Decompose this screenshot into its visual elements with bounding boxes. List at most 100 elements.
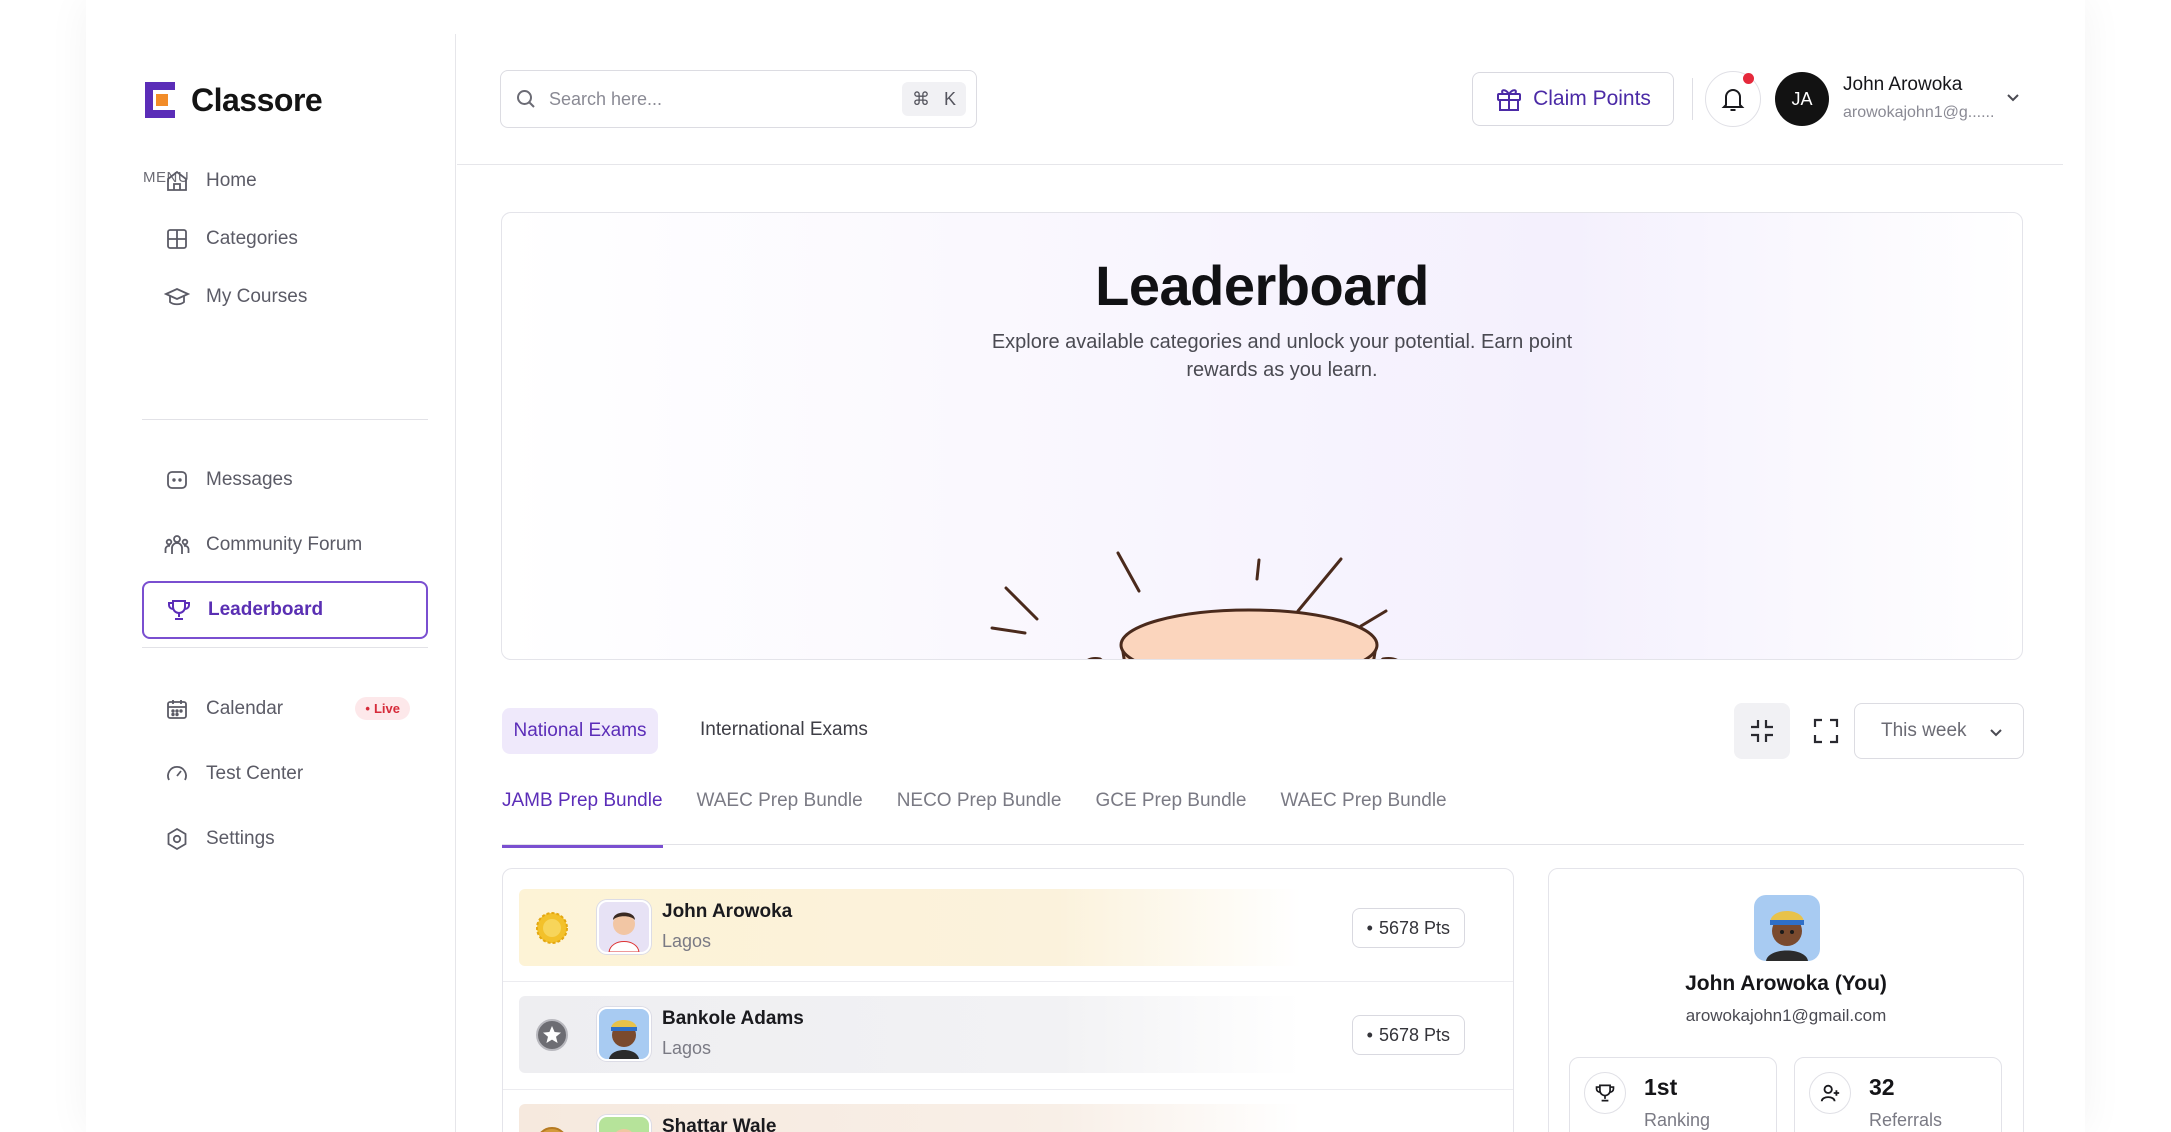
- sidebar-item-home[interactable]: Home: [142, 152, 428, 210]
- sidebar-divider: [142, 647, 428, 648]
- sidebar: Classore MENU Home Categories My Courses: [86, 34, 456, 1132]
- search-shortcut: ⌘ K: [901, 82, 966, 116]
- sidebar-item-label: Leaderboard: [208, 599, 324, 620]
- sidebar-item-label: Settings: [206, 828, 275, 849]
- search-icon: [517, 90, 535, 108]
- player-name: Bankole Adams: [662, 1008, 804, 1029]
- shortcut-key: K: [943, 88, 956, 109]
- points-badge: 5678 Pts: [1351, 908, 1465, 948]
- grid-icon: [164, 226, 190, 252]
- list-item[interactable]: Bankole Adams Lagos 5678 Pts: [519, 996, 1497, 1073]
- referrals-value: 32: [1869, 1074, 1895, 1100]
- sidebar-item-categories[interactable]: Categories: [142, 210, 428, 268]
- sidebar-item-label: Test Center: [206, 763, 304, 784]
- header-separator: [1692, 78, 1693, 120]
- graduation-cap-icon: [164, 284, 190, 310]
- user-name: John Arowoka: [1843, 74, 1963, 95]
- sidebar-item-label: Messages: [206, 469, 293, 490]
- tab-gce-prep-bundle[interactable]: GCE Prep Bundle: [1095, 790, 1246, 848]
- live-badge: Live: [355, 697, 410, 720]
- message-icon: [164, 467, 190, 493]
- player-city: Lagos: [662, 931, 712, 951]
- tab-national-exams[interactable]: National Exams: [502, 708, 658, 754]
- avatar: [1754, 895, 1820, 961]
- chevron-down-icon: [1990, 729, 2002, 737]
- player-name: John Arowoka: [662, 901, 793, 922]
- points-badge: 5678 Pts: [1351, 1015, 1465, 1055]
- community-icon: [164, 532, 190, 558]
- avatar: [597, 900, 651, 954]
- gold-medal-icon: [536, 912, 568, 944]
- sidebar-item-my-courses[interactable]: My Courses: [142, 268, 428, 326]
- sidebar-item-label: My Courses: [206, 286, 308, 307]
- fullscreen-button[interactable]: [1798, 703, 1854, 759]
- player-name: Shattar Wale: [662, 1116, 777, 1132]
- silver-medal-icon: [536, 1019, 568, 1051]
- bundle-tabs: JAMB Prep Bundle WAEC Prep Bundle NECO P…: [502, 790, 1481, 848]
- claim-points-button[interactable]: Claim Points: [1472, 72, 1674, 126]
- avatar: [597, 1115, 651, 1132]
- leaderboard-hero: Leaderboard Explore available categories…: [501, 212, 2023, 660]
- sidebar-item-community-forum[interactable]: Community Forum: [142, 516, 428, 574]
- trophy-icon: [1584, 1072, 1626, 1114]
- bell-icon: [1721, 89, 1745, 111]
- ranking-stat: 1st Ranking: [1569, 1057, 1777, 1132]
- period-value: This week: [1881, 720, 1967, 741]
- avatar[interactable]: JA: [1775, 72, 1829, 126]
- expand-icon: [1813, 718, 1839, 744]
- ranking-label: Ranking: [1644, 1110, 1711, 1130]
- points-value: 5678 Pts: [1378, 1024, 1450, 1045]
- collapse-icon: [1751, 720, 1773, 742]
- collapse-button[interactable]: [1734, 703, 1790, 759]
- settings-icon: [164, 826, 190, 852]
- profile-name: John Arowoka (You): [1685, 972, 1887, 995]
- nav-group-social: Messages Community Forum Leaderboard: [142, 451, 428, 639]
- sidebar-item-messages[interactable]: Messages: [142, 451, 428, 509]
- sidebar-divider: [142, 419, 428, 420]
- list-item[interactable]: Shattar Wale: [519, 1104, 1497, 1132]
- my-rank-card: John Arowoka (You) arowokajohn1@gmail.co…: [1548, 868, 2024, 1132]
- sidebar-item-leaderboard[interactable]: Leaderboard: [142, 581, 428, 639]
- user-plus-icon: [1809, 1072, 1851, 1114]
- page-title: Leaderboard: [1095, 254, 1429, 317]
- leaderboard-list: John Arowoka Lagos 5678 Pts Bankole Adam…: [502, 868, 1514, 1132]
- player-city: Lagos: [662, 1038, 712, 1058]
- sidebar-item-calendar[interactable]: Calendar Live: [142, 680, 428, 738]
- profile-email: arowokajohn1@gmail.com: [1685, 1006, 1887, 1025]
- sidebar-item-settings[interactable]: Settings: [142, 810, 428, 868]
- sidebar-item-label: Categories: [206, 228, 298, 249]
- nav-group-main: Home Categories My Courses: [142, 152, 428, 326]
- avatar: [597, 1007, 651, 1061]
- notification-dot: [1743, 73, 1754, 84]
- chevron-down-icon[interactable]: [2003, 88, 2023, 108]
- sidebar-item-label: Home: [206, 170, 257, 191]
- sidebar-item-test-center[interactable]: Test Center: [142, 745, 428, 803]
- period-select[interactable]: This week: [1854, 703, 2024, 759]
- sidebar-item-label: Community Forum: [206, 534, 363, 555]
- nav-group-tools: Calendar Live Test Center Settings: [142, 680, 428, 868]
- search-input[interactable]: Search here... ⌘ K: [500, 70, 977, 128]
- search-placeholder: Search here...: [549, 88, 663, 109]
- trophy-illustration: [990, 551, 1398, 659]
- referrals-label: Referrals: [1869, 1110, 1943, 1130]
- referrals-stat: 32 Referrals: [1794, 1057, 2002, 1132]
- tab-waec-prep-bundle-2[interactable]: WAEC Prep Bundle: [1280, 790, 1446, 848]
- tab-jamb-prep-bundle[interactable]: JAMB Prep Bundle: [502, 790, 663, 848]
- brand-name: Classore: [191, 81, 323, 118]
- notifications-button[interactable]: [1705, 71, 1761, 127]
- brand-logo[interactable]: Classore: [143, 80, 323, 120]
- page-subtitle: Explore available categories and unlock …: [991, 331, 1573, 381]
- row-divider: [503, 981, 1513, 982]
- tab-international-exams[interactable]: International Exams: [700, 719, 868, 741]
- list-item[interactable]: John Arowoka Lagos 5678 Pts: [519, 889, 1497, 966]
- gauge-icon: [164, 761, 190, 787]
- command-key: ⌘: [911, 88, 930, 109]
- tab-neco-prep-bundle[interactable]: NECO Prep Bundle: [897, 790, 1062, 848]
- sidebar-item-label: Calendar: [206, 698, 284, 719]
- tab-waec-prep-bundle[interactable]: WAEC Prep Bundle: [697, 790, 863, 848]
- header-divider: [457, 164, 2063, 165]
- trophy-icon: [166, 597, 192, 623]
- classore-logo-icon: [145, 82, 175, 118]
- home-icon: [164, 168, 190, 194]
- gift-icon: [1497, 89, 1522, 111]
